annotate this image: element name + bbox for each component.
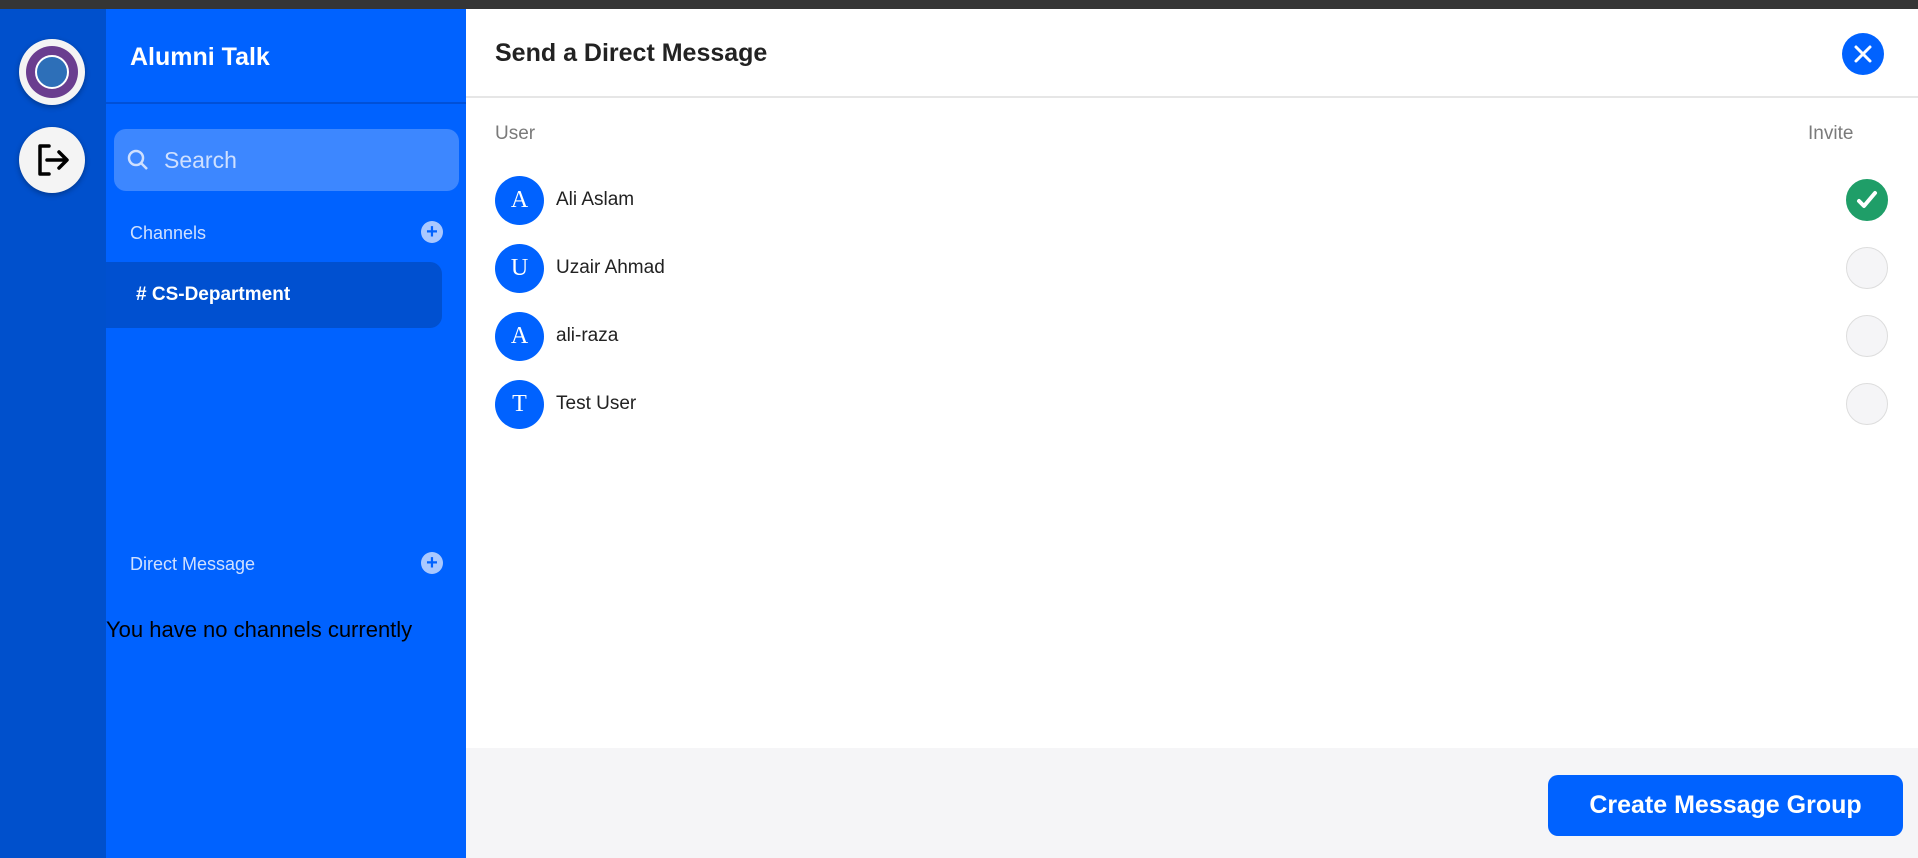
add-channel-button[interactable]: +	[421, 221, 443, 243]
close-button[interactable]	[1842, 33, 1884, 75]
university-logo[interactable]	[19, 39, 85, 105]
divider	[466, 96, 1918, 98]
create-message-group-button[interactable]: Create Message Group	[1548, 775, 1903, 836]
app-title: Alumni Talk	[130, 43, 270, 71]
avatar: T	[495, 379, 544, 429]
modal-footer: Create Message Group	[466, 748, 1918, 858]
channel-item[interactable]: # CS-Department	[106, 262, 442, 328]
user-name: Test User	[556, 393, 637, 414]
channels-label: Channels	[130, 223, 207, 243]
avatar: A	[495, 311, 544, 361]
user-row: A ali-raza	[495, 311, 1895, 361]
search-placeholder: Search	[164, 146, 237, 173]
check-icon	[1857, 191, 1877, 208]
user-row: T Test User	[495, 379, 1895, 429]
empty-channels-message: You have no channels currently	[106, 617, 413, 642]
invite-checkbox[interactable]	[1846, 383, 1888, 425]
logout-button[interactable]	[19, 127, 85, 193]
user-name: ali-raza	[556, 325, 619, 346]
icon-rail	[0, 9, 106, 858]
user-name: Ali Aslam	[556, 189, 635, 210]
user-row: U Uzair Ahmad	[495, 243, 1895, 293]
close-icon	[1854, 45, 1872, 63]
avatar: A	[495, 175, 544, 225]
invite-checkbox[interactable]	[1846, 247, 1888, 289]
sidebar: Alumni Talk Search Channels + # CS-Depar…	[106, 9, 466, 858]
user-row: A Ali Aslam	[495, 175, 1895, 225]
search-icon	[127, 149, 148, 170]
search-input[interactable]: Search	[114, 129, 459, 191]
window-top-bar	[0, 0, 1918, 9]
modal-title: Send a Direct Message	[495, 39, 768, 67]
logout-icon	[38, 144, 69, 176]
avatar: U	[495, 243, 544, 293]
direct-message-label: Direct Message	[130, 554, 256, 574]
add-direct-message-button[interactable]: +	[421, 552, 443, 574]
invite-column-header: Invite	[1808, 123, 1854, 144]
user-name: Uzair Ahmad	[556, 257, 665, 278]
invite-checkbox[interactable]	[1846, 179, 1888, 221]
invite-checkbox[interactable]	[1846, 315, 1888, 357]
user-column-header: User	[495, 123, 536, 144]
direct-message-modal: Send a Direct Message User Invite A Ali …	[466, 9, 1918, 858]
divider	[106, 102, 466, 104]
